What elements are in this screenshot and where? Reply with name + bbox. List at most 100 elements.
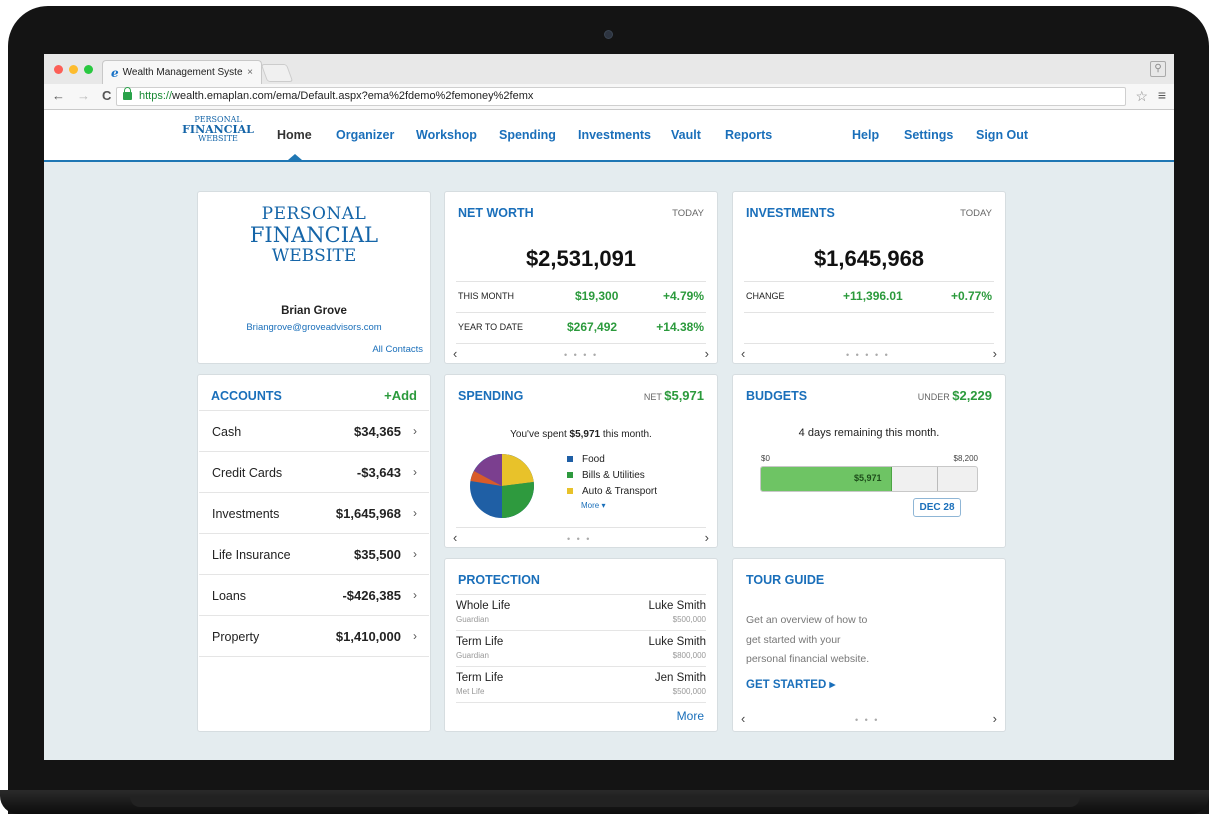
tour-guide-text: Get an overview of how to get started wi… xyxy=(746,611,869,670)
nav-investments[interactable]: Investments xyxy=(578,128,651,142)
nav-home[interactable]: Home xyxy=(277,128,312,142)
investments-value: $1,645,968 xyxy=(813,246,925,271)
user-icon[interactable]: ⚲ xyxy=(1150,61,1166,77)
budget-date-marker: DEC 28 xyxy=(913,498,961,517)
account-row-cash[interactable]: Cash $34,365 › xyxy=(199,411,429,452)
account-value: $35,500 xyxy=(354,547,401,562)
tour-next-arrow[interactable]: › xyxy=(993,711,997,726)
nav-reports[interactable]: Reports xyxy=(725,128,772,142)
spending-title: SPENDING xyxy=(458,389,524,403)
url-scheme: https:// xyxy=(139,90,173,102)
menu-icon[interactable]: ≡ xyxy=(1158,87,1166,103)
net-worth-next-arrow[interactable]: › xyxy=(705,346,709,361)
protection-row[interactable]: Whole Life Guardian Luke Smith $500,000 xyxy=(456,595,706,631)
spending-pie-chart[interactable] xyxy=(469,453,535,519)
protection-title: PROTECTION xyxy=(458,573,540,587)
nav-organizer[interactable]: Organizer xyxy=(336,128,394,142)
policy-amount: $800,000 xyxy=(672,651,706,660)
legend-item-food: Food xyxy=(567,452,657,468)
budgets-under: UNDER $2,229 xyxy=(918,388,992,403)
screen: e Wealth Management Syste × ⚲ ← → C http… xyxy=(44,54,1174,760)
add-account-button[interactable]: +Add xyxy=(384,388,417,403)
investments-title: INVESTMENTS xyxy=(746,206,835,220)
nav-workshop[interactable]: Workshop xyxy=(416,128,477,142)
account-row-life-insurance[interactable]: Life Insurance $35,500 › xyxy=(199,534,429,575)
ytd-amount: $267,492 xyxy=(567,320,618,334)
browser-tabbar: e Wealth Management Syste × ⚲ xyxy=(44,54,1174,84)
reload-button[interactable]: C xyxy=(102,88,111,103)
spending-prev-arrow[interactable]: ‹ xyxy=(453,530,457,545)
net-worth-card[interactable]: NET WORTH TODAY $2,531,091 THIS MONTH $1… xyxy=(444,191,718,364)
protection-more-link[interactable]: More xyxy=(677,709,704,723)
budget-max-label: $8,200 xyxy=(953,454,978,463)
tour-guide-card: TOUR GUIDE Get an overview of how to get… xyxy=(732,558,1006,732)
accounts-title: ACCOUNTS xyxy=(211,389,282,403)
bookmark-star-icon[interactable]: ☆ xyxy=(1135,88,1148,105)
site-logo[interactable]: Personal Financial Website xyxy=(178,116,258,143)
budgets-card[interactable]: BUDGETS UNDER $2,229 4 days remaining th… xyxy=(732,374,1006,548)
back-button[interactable]: ← xyxy=(52,88,65,103)
new-tab-button[interactable] xyxy=(260,64,294,82)
policy-carrier: Guardian xyxy=(456,615,489,624)
account-name: Property xyxy=(212,630,260,644)
investments-card[interactable]: INVESTMENTS TODAY $1,645,968 CHANGE +11,… xyxy=(732,191,1006,364)
nav-sign-out[interactable]: Sign Out xyxy=(976,128,1028,142)
protection-row[interactable]: Term Life Met Life Jen Smith $500,000 xyxy=(456,667,706,703)
nav-help[interactable]: Help xyxy=(852,128,879,142)
nav-settings[interactable]: Settings xyxy=(904,128,953,142)
nav-spending[interactable]: Spending xyxy=(499,128,556,142)
account-row-credit-cards[interactable]: Credit Cards -$3,643 › xyxy=(199,452,429,493)
under-label: UNDER xyxy=(917,392,950,402)
protection-row[interactable]: Term Life Guardian Luke Smith $800,000 xyxy=(456,631,706,667)
tour-guide-title: TOUR GUIDE xyxy=(746,573,825,587)
legend-label: Auto & Transport xyxy=(582,486,658,497)
legend-label: Food xyxy=(582,454,605,465)
minimize-window-button[interactable] xyxy=(69,65,78,74)
summary-prefix: You've spent xyxy=(510,429,570,440)
change-pct: +0.77% xyxy=(950,289,992,303)
nav-vault[interactable]: Vault xyxy=(671,128,701,142)
chevron-right-icon: › xyxy=(413,506,417,520)
forward-button[interactable]: → xyxy=(77,88,90,103)
chevron-right-icon: › xyxy=(413,465,417,479)
tour-line-3: personal financial website. xyxy=(746,653,870,665)
budget-date-marker-line xyxy=(937,467,938,491)
budgets-title: BUDGETS xyxy=(746,389,808,403)
insured-name: Luke Smith xyxy=(648,600,706,612)
net-worth-prev-arrow[interactable]: ‹ xyxy=(453,346,457,361)
close-window-button[interactable] xyxy=(54,65,63,74)
account-row-loans[interactable]: Loans -$426,385 › xyxy=(199,575,429,616)
tab-close-icon[interactable]: × xyxy=(247,67,253,78)
net-value: $5,971 xyxy=(664,388,704,403)
pager-dots: • • • • • xyxy=(846,350,890,360)
this-month-amount: $19,300 xyxy=(575,289,619,303)
protection-card[interactable]: PROTECTION Whole Life Guardian Luke Smit… xyxy=(444,558,718,732)
insured-name: Jen Smith xyxy=(654,672,706,684)
spending-card[interactable]: SPENDING NET $5,971 You've spent $5,971 … xyxy=(444,374,718,548)
maximize-window-button[interactable] xyxy=(84,65,93,74)
all-contacts-link[interactable]: All Contacts xyxy=(372,344,423,355)
this-month-pct: +4.79% xyxy=(662,289,704,303)
divider xyxy=(456,312,706,313)
spending-more-link[interactable]: More ▾ xyxy=(581,501,605,510)
tour-prev-arrow[interactable]: ‹ xyxy=(741,711,745,726)
policy-type: Term Life xyxy=(456,636,504,648)
investments-prev-arrow[interactable]: ‹ xyxy=(741,346,745,361)
account-row-investments[interactable]: Investments $1,645,968 › xyxy=(199,493,429,534)
profile-logo-line-2: Financial xyxy=(249,223,379,247)
url-bar[interactable]: https://wealth.emaplan.com/ema/Default.a… xyxy=(116,87,1126,106)
account-name: Loans xyxy=(212,589,247,603)
client-email-link[interactable]: Briangrove@groveadvisors.com xyxy=(198,322,430,333)
account-row-property[interactable]: Property $1,410,000 › xyxy=(199,616,429,657)
account-name: Credit Cards xyxy=(212,466,283,480)
get-started-link[interactable]: GET STARTED ▸ xyxy=(746,677,835,691)
divider xyxy=(744,312,994,313)
this-month-label: THIS MONTH xyxy=(458,291,514,301)
spending-legend: Food Bills & Utilities Auto & Transport xyxy=(567,452,657,500)
active-nav-indicator xyxy=(288,154,302,160)
spending-next-arrow[interactable]: › xyxy=(705,530,709,545)
account-value: $1,645,968 xyxy=(335,506,401,521)
investments-next-arrow[interactable]: › xyxy=(993,346,997,361)
divider xyxy=(744,281,994,282)
browser-tab[interactable]: e Wealth Management Syste × xyxy=(102,60,262,84)
